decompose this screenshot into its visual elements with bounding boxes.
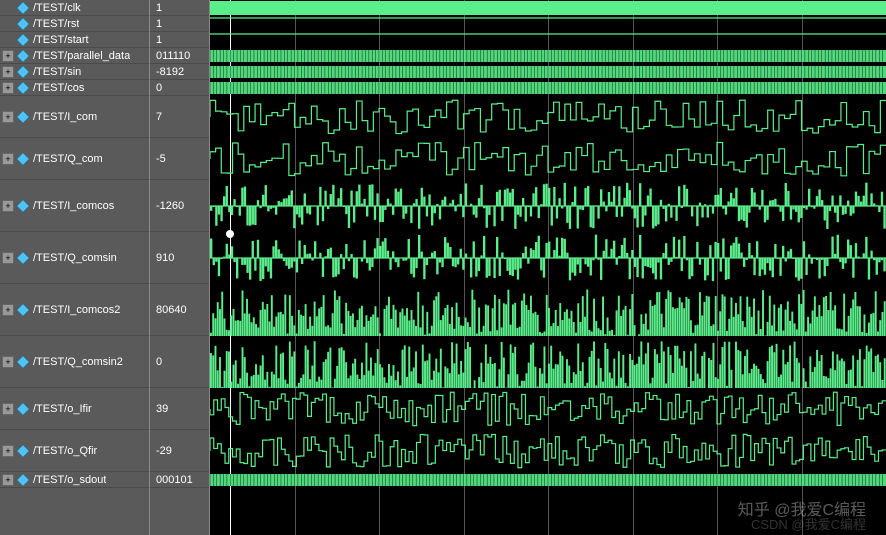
signal-value-row[interactable]: -8192	[150, 64, 209, 80]
signal-name-row[interactable]: + /TEST/Q_com	[0, 138, 149, 180]
expand-icon[interactable]: +	[2, 82, 14, 94]
signal-value-label: 011110	[152, 50, 190, 62]
expand-icon[interactable]: +	[2, 474, 14, 486]
signal-name-label: /TEST/I_comcos	[33, 200, 114, 212]
expand-icon[interactable]: +	[2, 66, 14, 78]
signal-value-label: 1	[152, 18, 162, 30]
signal-name-row[interactable]: + /TEST/Q_comsin	[0, 232, 149, 284]
signal-value-label: -29	[152, 445, 172, 457]
expand-icon[interactable]: +	[2, 153, 14, 165]
signal-value-row[interactable]: 0	[150, 336, 209, 388]
expand-icon[interactable]: +	[2, 252, 14, 264]
signal-value-label: 910	[152, 252, 174, 264]
signal-name-label: /TEST/o_Ifir	[33, 403, 92, 415]
signal-name-label: /TEST/rst	[33, 18, 79, 30]
signal-value-label: 0	[152, 356, 162, 368]
signal-name-row[interactable]: + /TEST/o_sdout	[0, 472, 149, 488]
signal-name-row[interactable]: + /TEST/cos	[0, 80, 149, 96]
signal-value-row[interactable]: -5	[150, 138, 209, 180]
signal-value-row[interactable]: 80640	[150, 284, 209, 336]
signal-value-row[interactable]: -29	[150, 430, 209, 472]
signal-name-label: /TEST/I_com	[33, 111, 97, 123]
signal-value-row[interactable]: 7	[150, 96, 209, 138]
signal-name-row[interactable]: /TEST/rst	[0, 16, 149, 32]
expand-icon[interactable]: +	[2, 356, 14, 368]
signal-name-row[interactable]: + /TEST/o_Qfir	[0, 430, 149, 472]
waveform-row[interactable]	[210, 138, 886, 180]
signal-values-panel: 1 1 1 011110 -8192 0 7 -5 -1260 910 80640 0 39 -29 000…	[150, 0, 210, 535]
waveform-row[interactable]	[210, 64, 886, 80]
expand-icon[interactable]: +	[2, 200, 14, 212]
expand-icon[interactable]: +	[2, 111, 14, 123]
signal-names-panel: /TEST/clk/TEST/rst/TEST/start + /TEST/para…	[0, 0, 150, 535]
signal-name-row[interactable]: + /TEST/I_comcos2	[0, 284, 149, 336]
signal-name-row[interactable]: + /TEST/Q_comsin2	[0, 336, 149, 388]
signal-name-row[interactable]: /TEST/clk	[0, 0, 149, 16]
waveform-row[interactable]	[210, 180, 886, 232]
waveform-row[interactable]	[210, 472, 886, 488]
waveform-row[interactable]	[210, 232, 886, 284]
signal-value-row[interactable]: 1	[150, 32, 209, 48]
waveform-row[interactable]	[210, 430, 886, 472]
signal-name-row[interactable]: + /TEST/parallel_data	[0, 48, 149, 64]
signal-name-label: /TEST/sin	[33, 66, 81, 78]
signal-value-row[interactable]: 39	[150, 388, 209, 430]
signal-name-row[interactable]: + /TEST/I_com	[0, 96, 149, 138]
signal-name-label: /TEST/cos	[33, 82, 84, 94]
signal-value-row[interactable]: 000101	[150, 472, 209, 488]
signal-value-row[interactable]: 1	[150, 16, 209, 32]
signal-name-row[interactable]: + /TEST/sin	[0, 64, 149, 80]
signal-value-label: -1260	[152, 200, 184, 212]
signal-name-label: /TEST/I_comcos2	[33, 304, 120, 316]
signal-value-label: 1	[152, 2, 162, 14]
expand-icon[interactable]: +	[2, 50, 14, 62]
signal-value-label: 39	[152, 403, 168, 415]
signal-name-label: /TEST/start	[33, 34, 89, 46]
signal-name-label: /TEST/parallel_data	[33, 50, 130, 62]
signal-value-row[interactable]: 011110	[150, 48, 209, 64]
signal-value-row[interactable]: 0	[150, 80, 209, 96]
waveform-row[interactable]	[210, 80, 886, 96]
signal-value-label: 000101	[152, 474, 193, 486]
expand-icon[interactable]: +	[2, 445, 14, 457]
waveform-panel[interactable]	[210, 0, 886, 535]
waveform-row[interactable]	[210, 336, 886, 388]
waveform-row[interactable]	[210, 0, 886, 16]
signal-name-row[interactable]: + /TEST/o_Ifir	[0, 388, 149, 430]
signal-value-label: -8192	[152, 66, 184, 78]
signal-name-row[interactable]: + /TEST/I_comcos	[0, 180, 149, 232]
signal-value-row[interactable]: 910	[150, 232, 209, 284]
expand-icon[interactable]: +	[2, 304, 14, 316]
signal-value-row[interactable]: 1	[150, 0, 209, 16]
signal-name-label: /TEST/o_Qfir	[33, 445, 97, 457]
waveform-row[interactable]	[210, 388, 886, 430]
signal-value-label: 80640	[152, 304, 187, 316]
waveform-row[interactable]	[210, 48, 886, 64]
waveform-row[interactable]	[210, 16, 886, 32]
signal-value-label: 7	[152, 111, 162, 123]
waveform-row[interactable]	[210, 96, 886, 138]
signal-value-label: 0	[152, 82, 162, 94]
signal-value-label: 1	[152, 34, 162, 46]
signal-name-row[interactable]: /TEST/start	[0, 32, 149, 48]
waveform-row[interactable]	[210, 284, 886, 336]
signal-value-label: -5	[152, 153, 166, 165]
signal-name-label: /TEST/Q_comsin2	[33, 356, 123, 368]
signal-value-row[interactable]: -1260	[150, 180, 209, 232]
waveform-row[interactable]	[210, 32, 886, 48]
signal-name-label: /TEST/o_sdout	[33, 474, 106, 486]
signal-name-label: /TEST/Q_com	[33, 153, 103, 165]
expand-icon[interactable]: +	[2, 403, 14, 415]
signal-name-label: /TEST/Q_comsin	[33, 252, 117, 264]
signal-name-label: /TEST/clk	[33, 2, 81, 14]
